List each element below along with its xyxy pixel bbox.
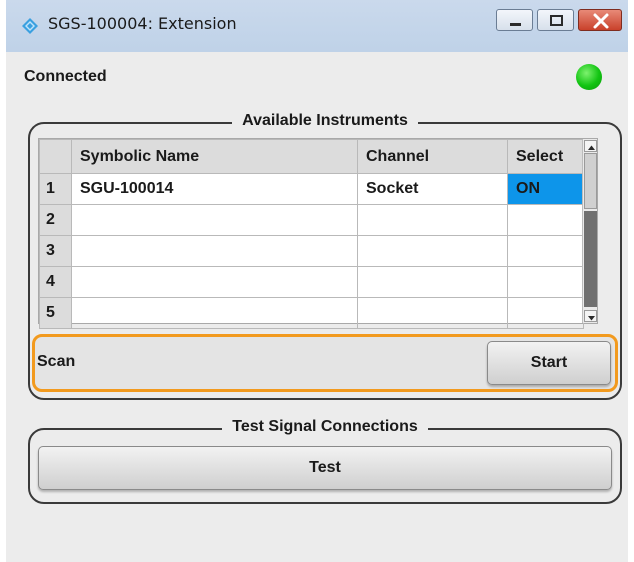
scroll-thumb[interactable] [584, 153, 597, 209]
close-button[interactable] [578, 9, 622, 31]
table-row[interactable]: 1 SGU-100014 Socket ON [39, 173, 584, 205]
row-number: 5 [39, 297, 72, 329]
channel-cell[interactable]: Socket [357, 173, 508, 205]
symbolic-name-cell[interactable] [71, 235, 358, 267]
available-instruments-title: Available Instruments [232, 112, 418, 129]
column-header-index [39, 139, 72, 174]
connection-status-label: Connected [24, 68, 107, 85]
title-bar: SGS-100004: Extension [6, 0, 628, 52]
symbolic-name-cell[interactable] [71, 204, 358, 236]
test-button[interactable]: Test [38, 446, 612, 490]
instruments-table: Symbolic Name Channel Select 1 SGU-10001… [38, 138, 598, 329]
app-diamond-icon [22, 18, 38, 34]
channel-cell[interactable] [357, 235, 508, 267]
maximize-button[interactable] [537, 9, 574, 31]
channel-cell[interactable] [357, 266, 508, 298]
select-cell[interactable] [507, 204, 584, 236]
channel-cell[interactable] [357, 204, 508, 236]
table-row[interactable]: 3 [39, 235, 584, 267]
table-scrollbar[interactable] [582, 139, 597, 323]
select-cell[interactable] [507, 297, 584, 329]
row-number: 3 [39, 235, 72, 267]
symbolic-name-cell[interactable]: SGU-100014 [71, 173, 358, 205]
scan-label: Scan [37, 353, 76, 370]
scroll-track[interactable] [584, 211, 597, 307]
minimize-icon [510, 23, 521, 26]
table-row[interactable]: 4 [39, 266, 584, 298]
select-cell[interactable] [507, 235, 584, 267]
symbolic-name-cell[interactable] [71, 297, 358, 329]
table-header-row: Symbolic Name Channel Select [39, 139, 584, 174]
row-number: 4 [39, 266, 72, 298]
row-number: 1 [39, 173, 72, 205]
scan-row: Scan Start [32, 334, 618, 392]
maximize-icon [550, 15, 563, 26]
available-instruments-group: Available Instruments Symbolic Name Chan… [28, 112, 622, 400]
table-row[interactable]: 2 [39, 204, 584, 236]
symbolic-name-cell[interactable] [71, 266, 358, 298]
test-signal-connections-group: Test Signal Connections Test [28, 418, 622, 504]
close-icon [593, 13, 609, 29]
arrow-down-icon [588, 316, 595, 321]
extension-window: SGS-100004: Extension Connected Availabl… [6, 0, 628, 562]
minimize-button[interactable] [496, 9, 533, 31]
select-cell[interactable]: ON [507, 173, 584, 205]
scroll-up-button[interactable] [584, 140, 597, 152]
test-signal-connections-title: Test Signal Connections [222, 418, 428, 435]
column-header-symbolic-name[interactable]: Symbolic Name [71, 139, 358, 174]
select-cell[interactable] [507, 266, 584, 298]
status-indicator-led [576, 64, 602, 90]
column-header-channel[interactable]: Channel [357, 139, 508, 174]
scroll-down-button[interactable] [584, 310, 597, 322]
row-number: 2 [39, 204, 72, 236]
channel-cell[interactable] [357, 297, 508, 329]
client-area: Connected Available Instruments Symbolic… [6, 52, 628, 562]
window-title: SGS-100004: Extension [48, 14, 237, 33]
column-header-select[interactable]: Select [507, 139, 584, 174]
table-row[interactable]: 5 [39, 297, 584, 329]
start-scan-button[interactable]: Start [487, 341, 611, 385]
